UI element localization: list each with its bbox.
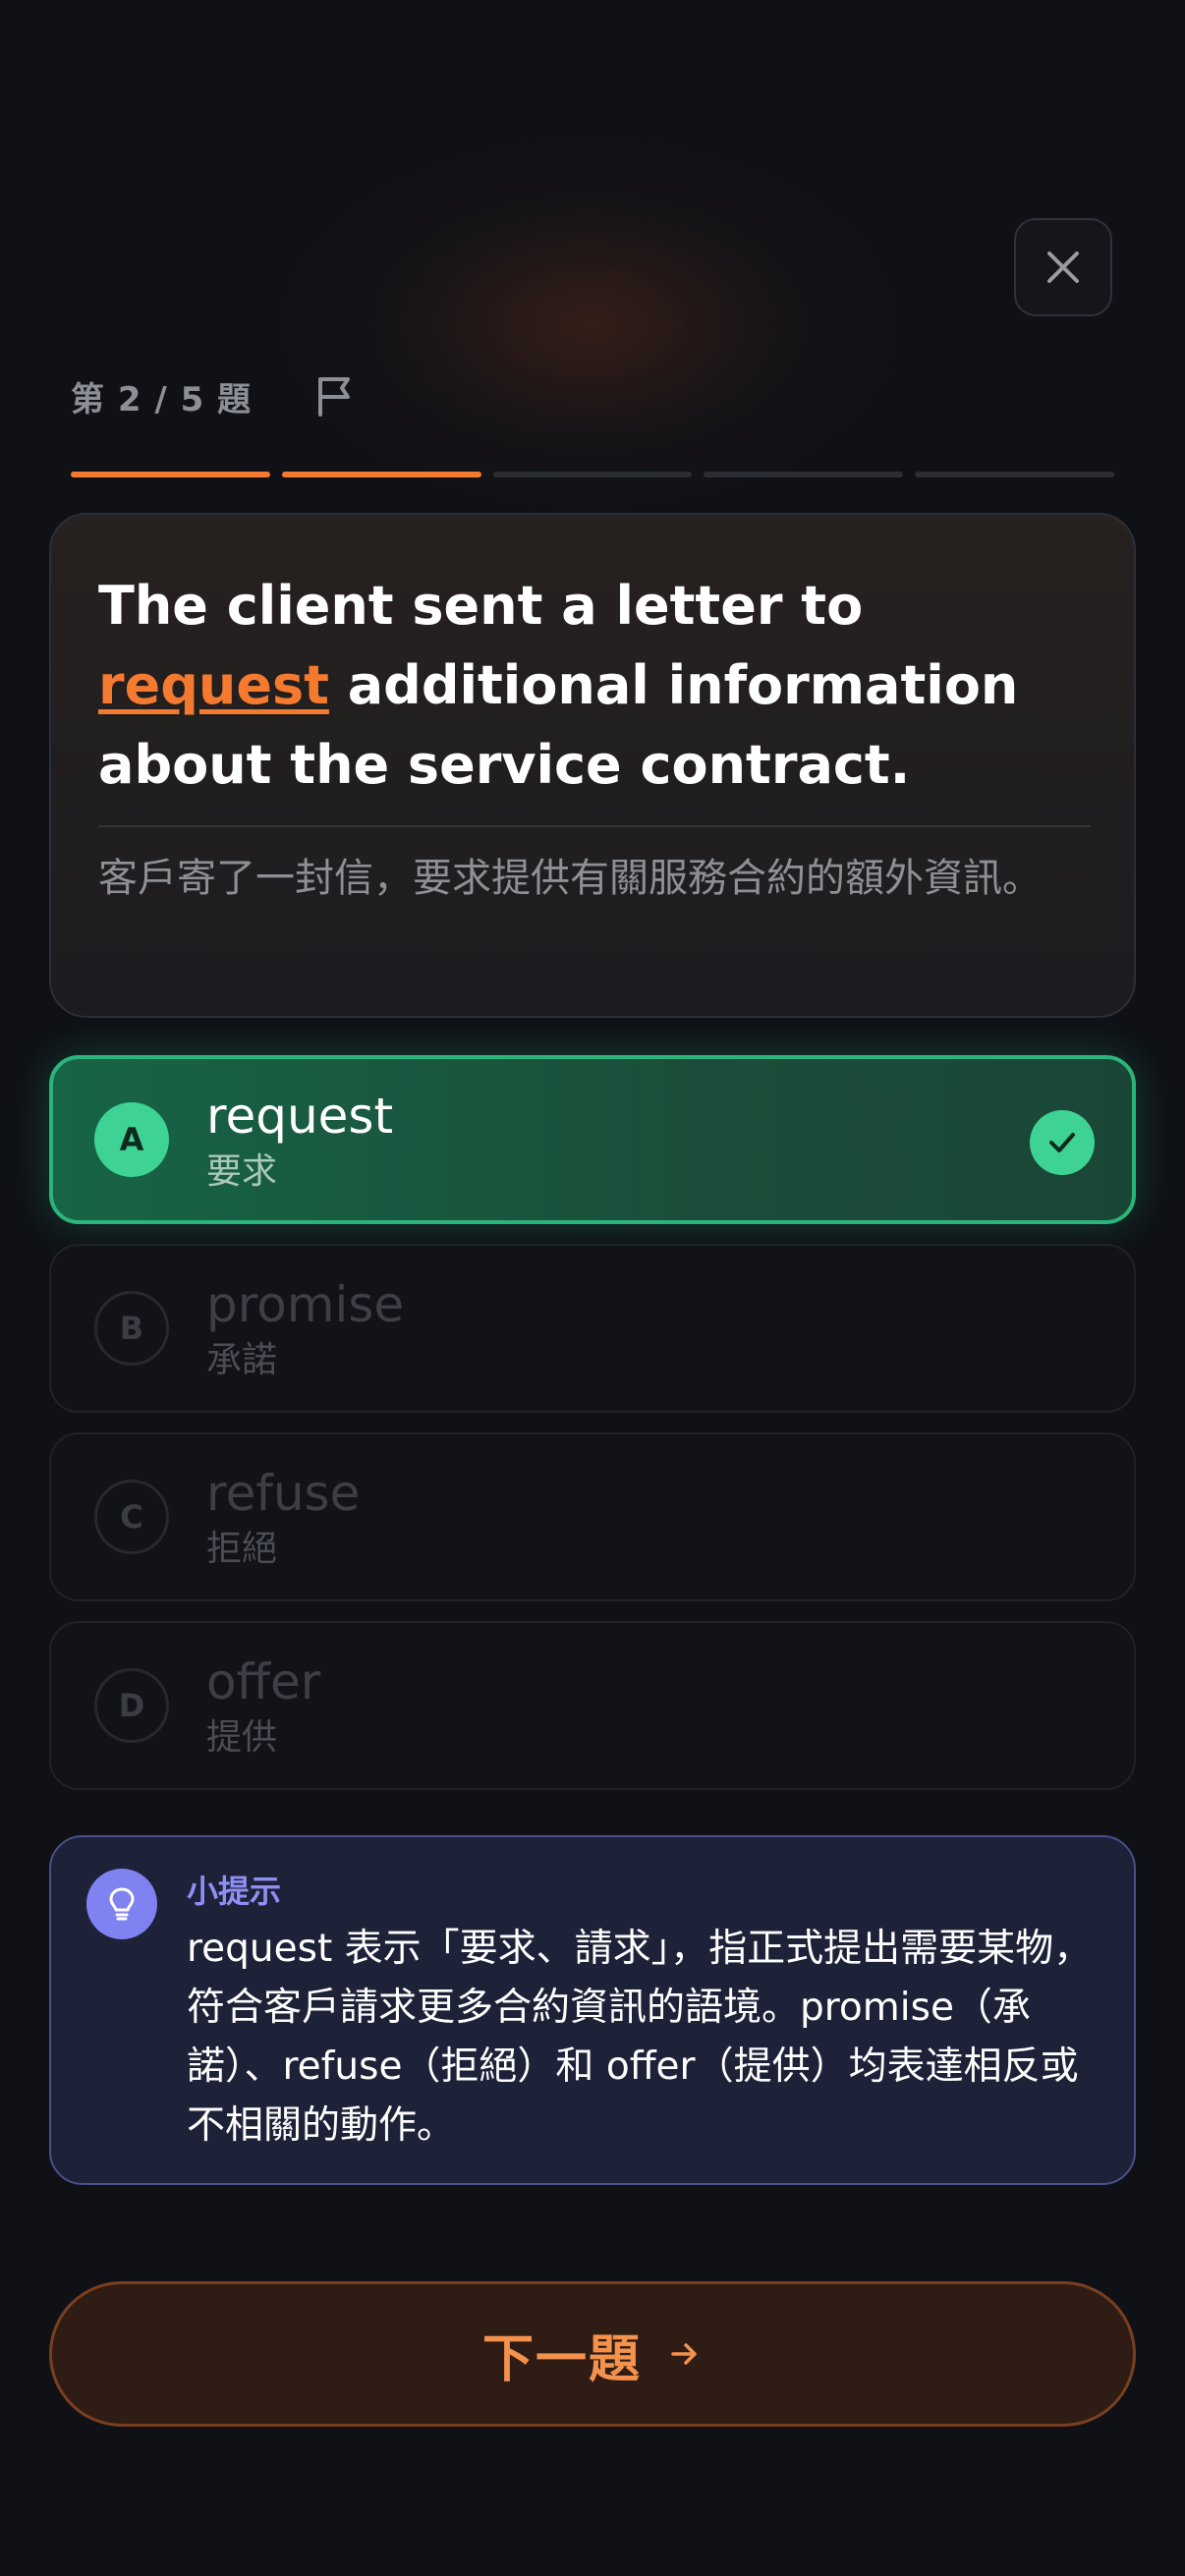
progress-segment <box>71 472 270 477</box>
option-word: offer <box>206 1653 321 1710</box>
lightbulb-icon <box>86 1869 157 1939</box>
progress-segment <box>704 472 904 477</box>
option-letter: D <box>94 1668 169 1743</box>
option-letter: A <box>94 1102 169 1177</box>
progress-segment <box>281 472 481 477</box>
option-meaning: 拒絕 <box>206 1529 278 1569</box>
option-word: refuse <box>206 1465 361 1522</box>
next-button-label: 下一題 <box>481 2329 642 2389</box>
check-icon <box>1030 1110 1095 1175</box>
progress-segment <box>492 472 693 477</box>
option-meaning: 要求 <box>206 1151 278 1192</box>
question-counter: 第 2 / 5 題 <box>71 379 253 420</box>
close-icon <box>1047 252 1079 283</box>
option-b[interactable]: B promise 承諾 <box>49 1244 1136 1413</box>
hint-card: 小提示 request 表示「要求、請求」，指正式提出需要某物，符合客戶請求更多… <box>49 1835 1136 2185</box>
option-meaning: 承諾 <box>206 1340 278 1380</box>
question-card: The client sent a letter to request addi… <box>49 513 1136 1018</box>
option-d[interactable]: D offer 提供 <box>49 1621 1136 1790</box>
flag-icon[interactable] <box>312 373 358 419</box>
question-divider <box>98 825 1091 827</box>
option-word: promise <box>206 1276 405 1333</box>
question-translation: 客戶寄了一封信，要求提供有關服務合約的額外資訊。 <box>98 856 1042 901</box>
option-a[interactable]: A request 要求 <box>49 1055 1136 1224</box>
background-glow <box>246 118 933 531</box>
hint-body: request 表示「要求、請求」，指正式提出需要某物，符合客戶請求更多合約資訊… <box>187 1927 1093 2148</box>
question-text: The client sent a letter to request addi… <box>98 566 1091 805</box>
option-letter: C <box>94 1480 169 1554</box>
option-word: request <box>206 1088 394 1145</box>
option-meaning: 提供 <box>206 1717 278 1758</box>
hint-title: 小提示 <box>187 1873 282 1910</box>
next-question-button[interactable]: 下一題 <box>49 2281 1136 2427</box>
arrow-right-icon <box>671 2343 697 2365</box>
progress-bar <box>71 472 1114 477</box>
question-text-before: The client sent a letter to <box>98 575 864 637</box>
close-button[interactable] <box>1014 218 1112 316</box>
progress-segment <box>915 472 1114 477</box>
option-letter: B <box>94 1291 169 1366</box>
option-c[interactable]: C refuse 拒絕 <box>49 1432 1136 1601</box>
question-answer-blank: request <box>98 654 329 716</box>
